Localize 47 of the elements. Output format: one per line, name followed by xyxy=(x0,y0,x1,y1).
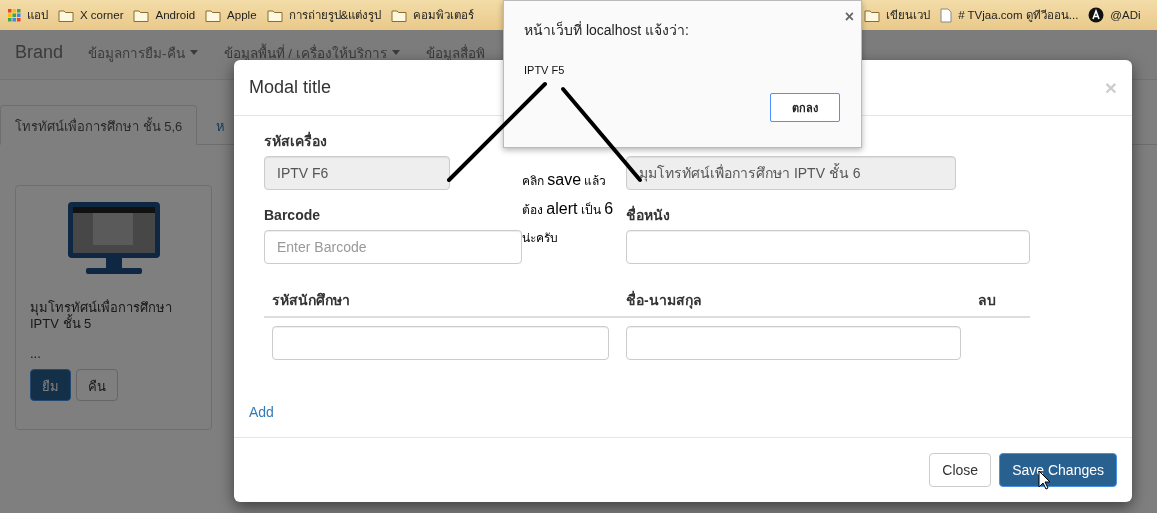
folder-icon xyxy=(205,8,222,22)
folder-icon xyxy=(133,8,150,22)
alert-message: IPTV F5 xyxy=(524,64,566,76)
document-icon xyxy=(940,7,953,23)
field-label: Barcode xyxy=(264,206,321,225)
annotation-text: คลิก save แล้ว xyxy=(522,170,608,190)
close-text-button[interactable]: Close xyxy=(929,453,992,487)
save-button[interactable]: Save Changes xyxy=(999,453,1117,487)
card-description: ... xyxy=(30,346,42,361)
monitor-icon xyxy=(65,200,162,276)
table-input-field[interactable] xyxy=(626,326,961,360)
column-header: ชื่อ-นามสกุล xyxy=(625,289,703,311)
bookmark-label[interactable]: X corner xyxy=(80,9,124,21)
column-header: ลบ xyxy=(977,291,997,310)
close-button[interactable]: × xyxy=(844,8,854,26)
folder-icon xyxy=(58,8,74,22)
input-field[interactable]: Enter Barcode xyxy=(264,230,522,264)
card-title: มุมโทรทัศน์เพื่อการศึกษา IPTV ชั้น 5 xyxy=(30,300,173,332)
input-field[interactable]: IPTV F6 xyxy=(264,156,450,190)
modal-title: Modal title xyxy=(249,77,332,98)
ok-button[interactable]: ตกลง xyxy=(770,93,840,122)
tab[interactable]: โทรทัศน์เพื่อการศึกษา ชั้น 5,6 xyxy=(0,105,198,145)
bookmark-label[interactable]: # TVjaa.com ดูทีวีออน... xyxy=(958,6,1079,24)
bookmark-label[interactable]: @ADi xyxy=(1110,9,1141,21)
bookmark-label[interactable]: การถ่ายรูป&แต่งรูป xyxy=(288,6,382,24)
borrow-button[interactable]: ยืม xyxy=(30,369,71,401)
circle-a-icon xyxy=(1088,7,1105,23)
field-label: รหัสเครื่อง xyxy=(264,131,327,151)
annotation-text: น่ะครับ xyxy=(522,230,559,247)
bookmark-label[interactable]: Apple xyxy=(227,9,257,21)
folder-icon xyxy=(391,8,408,22)
annotation-text: ต้อง alert เป็น 6 xyxy=(522,199,614,219)
table-input-field[interactable] xyxy=(272,326,609,360)
add-link[interactable]: Add xyxy=(249,404,274,420)
bookmark-label[interactable]: แอป xyxy=(27,6,48,24)
field-label: ชื่อหนัง xyxy=(626,205,670,225)
bookmark-label[interactable]: Android xyxy=(155,9,196,21)
bookmark-label[interactable]: เขียนเวป xyxy=(886,6,931,24)
folder-icon xyxy=(266,8,283,22)
column-header: รหัสนักศึกษา xyxy=(271,291,351,310)
bookmark-label[interactable]: คอมพิวเตอร์ xyxy=(413,6,475,24)
return-button[interactable]: คืน xyxy=(76,369,118,401)
folder-icon xyxy=(864,8,881,22)
alert-title: หน้าเว็บที่ localhost แจ้งว่า: xyxy=(524,20,690,40)
input-field[interactable]: มุมโทรทัศน์เพื่อการศึกษา IPTV ชั้น 6 xyxy=(626,156,956,190)
input-field[interactable] xyxy=(626,230,1030,264)
apps-grid-icon xyxy=(8,8,21,22)
